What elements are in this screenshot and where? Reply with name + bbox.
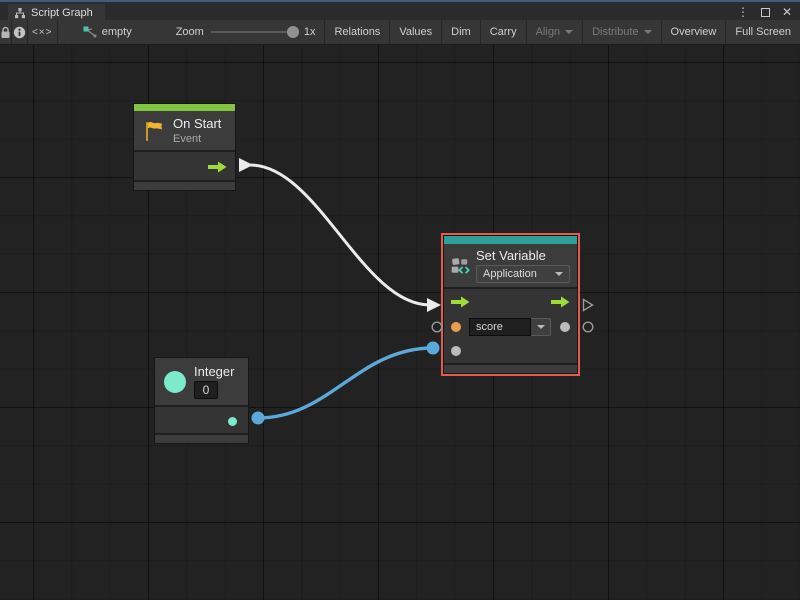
node-accent-bar [444,236,577,244]
node-accent-bar [134,104,235,111]
variable-scope-dropdown[interactable]: Application [476,265,570,283]
value-connection-wire[interactable] [252,342,440,425]
zoom-value: 1x [304,26,316,38]
set-variable-icon [451,253,470,279]
window-menu-icon[interactable]: ⋮ [734,4,752,20]
breadcrumb-label: empty [102,26,132,38]
overview-button[interactable]: Overview [662,20,727,44]
flow-output-port[interactable] [551,296,570,308]
align-dropdown-button[interactable]: Align [527,20,583,44]
breadcrumb[interactable]: empty [74,20,141,44]
maximize-icon[interactable] [756,4,774,20]
flag-icon [142,119,166,143]
close-icon[interactable]: ✕ [778,4,796,20]
zoom-control: Zoom 1x [167,20,325,44]
chevron-down-icon [555,272,563,276]
full-screen-button[interactable]: Full Screen [726,20,800,44]
integer-output-port[interactable] [228,417,237,426]
info-button[interactable] [12,20,27,44]
window-controls: ⋮ ✕ [734,4,796,20]
zoom-slider[interactable] [211,31,297,33]
tab-title: Script Graph [31,7,93,19]
chevron-down-icon [644,30,652,34]
lock-button[interactable] [0,20,12,44]
distribute-dropdown-button[interactable]: Distribute [583,20,661,44]
value-port-row [444,339,577,363]
variable-name-port[interactable] [451,322,461,332]
variable-name-combo[interactable]: score [469,318,551,336]
on-start-header: On Start Event [134,111,235,150]
output-port-hint-circle [582,321,594,333]
graph-toolbar: <×> empty Zoom 1x Relations Values Dim C… [0,20,800,45]
set-variable-header: Set Variable Application [444,244,577,287]
node-footer [155,433,248,443]
node-title: On Start [173,116,221,131]
node-integer[interactable]: Integer 0 [154,357,249,444]
on-start-ports [134,150,235,180]
integer-header: Integer 0 [155,358,248,405]
graph-hierarchy-icon [14,7,26,19]
integer-value-field[interactable]: 0 [194,381,218,399]
node-on-start[interactable]: On Start Event [133,103,236,191]
dim-button[interactable]: Dim [442,20,481,44]
values-button[interactable]: Values [390,20,442,44]
node-footer [444,363,577,373]
integer-literal-icon [163,370,187,394]
code-inspector-toggle[interactable]: <×> [28,20,58,44]
node-title: Set Variable [476,248,570,263]
name-port-row: score [444,315,577,339]
info-icon [13,26,26,39]
node-title: Integer [194,364,234,379]
flow-output-port[interactable] [208,161,227,173]
code-inspector-glyph: <×> [32,27,53,38]
variable-name-dropdown-button[interactable] [531,318,551,336]
flow-connection-wire[interactable] [239,158,441,312]
output-value-port[interactable] [560,322,570,332]
flow-port-row [444,289,577,315]
chevron-down-icon [565,30,573,34]
carry-button[interactable]: Carry [481,20,527,44]
set-variable-ports: score [444,287,577,363]
chevron-down-icon [537,325,545,329]
graph-pointer-icon [83,26,97,38]
lock-icon [0,26,11,39]
relations-button[interactable]: Relations [324,20,390,44]
zoom-label: Zoom [176,26,204,38]
node-set-variable[interactable]: Set Variable Application [443,235,578,374]
node-footer [134,180,235,190]
input-port-hint-circle [431,321,443,333]
flow-input-port[interactable] [451,296,470,308]
zoom-slider-handle[interactable] [287,26,299,38]
input-value-port[interactable] [451,346,461,356]
title-bar: Script Graph ⋮ ✕ [0,0,800,20]
variable-name-field[interactable]: score [469,318,531,336]
node-subtitle: Event [173,133,221,145]
integer-ports [155,405,248,433]
graph-canvas[interactable]: On Start Event Integer 0 [0,45,800,600]
flow-continue-hint-triangle [582,298,594,312]
